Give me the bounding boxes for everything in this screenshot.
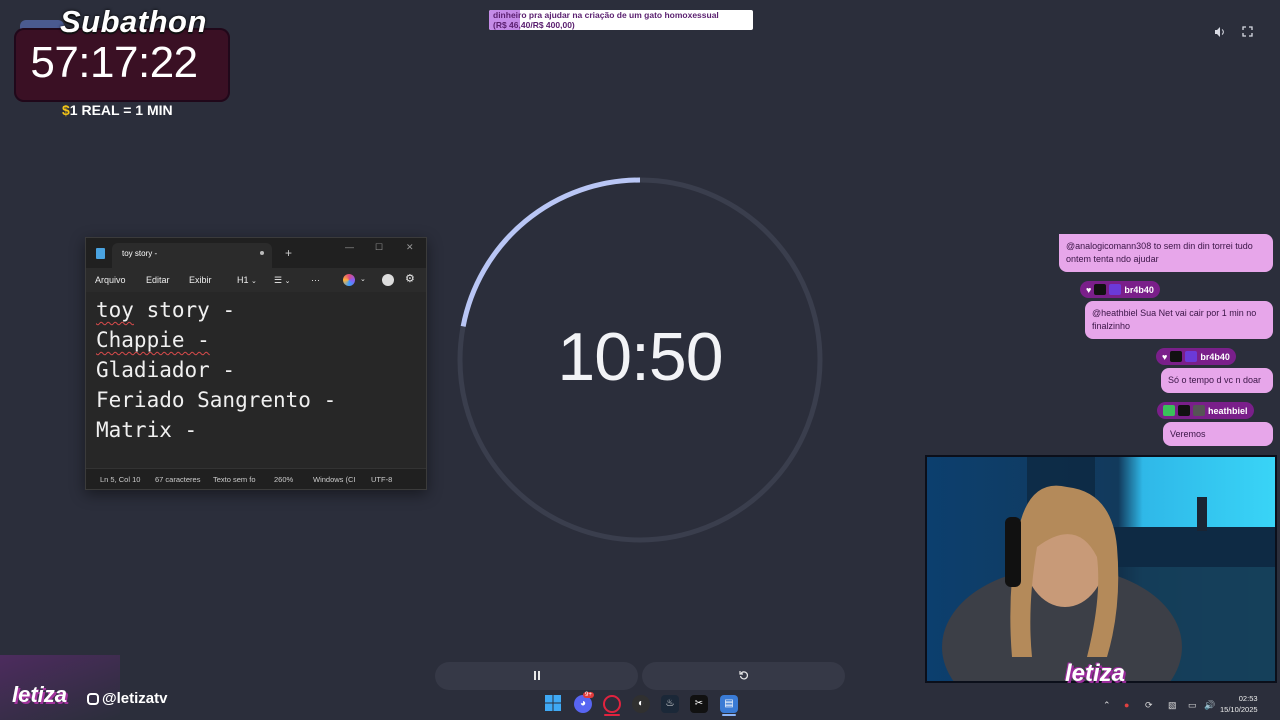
instagram-handle: @letizatv bbox=[87, 690, 167, 707]
notepad-app-icon bbox=[96, 248, 105, 259]
tray-app-icon[interactable]: ● bbox=[1124, 700, 1129, 710]
text-line-4: Feriado Sangrento - bbox=[96, 388, 337, 412]
goal-amount: (R$ 46,40/R$ 400,00) bbox=[493, 20, 575, 30]
subathon-time: 57:17:22 bbox=[30, 38, 198, 87]
active-app-indicator bbox=[722, 714, 736, 716]
menu-editar[interactable]: Editar bbox=[146, 275, 170, 285]
steam-icon[interactable]: ♨ bbox=[661, 695, 679, 713]
instagram-icon bbox=[87, 693, 99, 705]
copilot-chevron-icon[interactable]: ⌄ bbox=[360, 275, 366, 283]
opera-icon[interactable] bbox=[603, 695, 621, 713]
chat-user-br4b40[interactable]: br4b40 bbox=[1200, 352, 1230, 362]
notepad-window[interactable]: toy story - + — ☐ ✕ Arquivo Editar Exibi… bbox=[85, 237, 427, 490]
webcam-image bbox=[927, 457, 1275, 681]
maximize-icon[interactable]: ☐ bbox=[375, 242, 383, 253]
rate-text: 1 REAL = 1 MIN bbox=[69, 102, 173, 118]
goal-description: dinheiro pra ajudar na criação de um gat… bbox=[493, 10, 719, 20]
chat-username-2: ♥ br4b40 bbox=[1080, 281, 1160, 298]
cat-badge-icon bbox=[1170, 351, 1183, 362]
stream-logo: letiza bbox=[12, 682, 68, 707]
text-line-3: Gladiador - bbox=[96, 358, 236, 382]
menu-exibir[interactable]: Exibir bbox=[189, 275, 212, 285]
sub-badge-icon bbox=[1109, 284, 1122, 295]
subathon-rate: $1 REAL = 1 MIN bbox=[62, 102, 173, 118]
notepad-taskbar-icon[interactable]: ▤ bbox=[720, 695, 738, 713]
status-zoom[interactable]: 260% bbox=[274, 475, 293, 484]
gear-badge-icon bbox=[1193, 405, 1205, 416]
chat-message-2: @heathbiel Sua Net vai cair por 1 min no… bbox=[1085, 301, 1273, 339]
obs-icon[interactable]: ◐ bbox=[632, 695, 650, 713]
stream-logo-cam: letiza bbox=[1065, 660, 1126, 687]
donation-goal-bar: dinheiro pra ajudar na criação de um gat… bbox=[489, 10, 753, 30]
account-icon[interactable] bbox=[382, 274, 394, 286]
status-format[interactable]: Texto sem fo bbox=[213, 475, 256, 484]
donation-goal-text: dinheiro pra ajudar na criação de um gat… bbox=[493, 10, 719, 30]
close-icon[interactable]: ✕ bbox=[406, 242, 414, 253]
volume-icon[interactable] bbox=[1213, 26, 1227, 40]
misspelled-word: toy bbox=[96, 298, 134, 322]
taskbar-clock[interactable]: 02:53 15/10/2025 bbox=[1220, 693, 1258, 715]
dollar-sign: $ bbox=[62, 102, 70, 118]
minimize-icon[interactable]: — bbox=[345, 242, 354, 252]
list-format-icon[interactable]: ☰ ⌄ bbox=[274, 275, 290, 286]
cat-badge-icon bbox=[1094, 284, 1107, 295]
chat-message-4: Veremos bbox=[1163, 422, 1273, 446]
chat-message-3: Só o tempo d vc n doar bbox=[1161, 368, 1273, 393]
text-line-1: toy story - bbox=[96, 298, 235, 322]
reset-button[interactable] bbox=[642, 662, 845, 690]
status-encoding[interactable]: UTF-8 bbox=[371, 475, 392, 484]
status-position[interactable]: Ln 5, Col 10 bbox=[100, 475, 140, 484]
timer-display: 10:50 bbox=[557, 319, 723, 395]
notepad-tab-title: toy story - bbox=[122, 249, 158, 258]
speaker-icon[interactable]: 🔊 bbox=[1204, 700, 1215, 711]
fullscreen-icon[interactable] bbox=[1240, 26, 1254, 40]
heart-badge-icon: ♥ bbox=[1162, 351, 1168, 362]
status-chars: 67 caracteres bbox=[155, 475, 201, 484]
new-tab-icon[interactable]: + bbox=[285, 246, 292, 260]
tray-sync-icon[interactable]: ⟳ bbox=[1145, 700, 1153, 711]
chevron-down-icon: ⌄ bbox=[251, 278, 257, 285]
pause-button[interactable] bbox=[435, 662, 638, 690]
chat-username-3: ♥ br4b40 bbox=[1156, 348, 1236, 365]
sub-badge-icon bbox=[1185, 351, 1198, 362]
heading-dropdown[interactable]: H1 ⌄ bbox=[237, 275, 257, 285]
chat-username-4: heathbiel bbox=[1157, 402, 1254, 419]
chat-message-1: @analogicomann308 to sem din din torrei … bbox=[1059, 234, 1273, 272]
tray-overflow-icon[interactable]: ⌃ bbox=[1103, 700, 1111, 711]
cat-badge-icon bbox=[1178, 405, 1190, 416]
status-line-ending[interactable]: Windows (CI bbox=[313, 475, 356, 484]
heart-badge-icon: ♥ bbox=[1086, 284, 1092, 295]
tray-app-icon[interactable]: ▧ bbox=[1168, 700, 1177, 711]
line-1-rest: story - bbox=[146, 298, 236, 322]
copilot-icon[interactable] bbox=[343, 274, 355, 286]
settings-gear-icon[interactable]: ⚙ bbox=[405, 272, 415, 285]
windows-start-icon[interactable] bbox=[544, 695, 562, 713]
pause-icon bbox=[533, 671, 540, 680]
text-line-5: Matrix - bbox=[96, 418, 198, 442]
more-options-icon[interactable]: ··· bbox=[311, 275, 320, 285]
active-app-indicator bbox=[604, 714, 620, 716]
text-line-2: Chappie - bbox=[96, 328, 210, 352]
chat-user-br4b40[interactable]: br4b40 bbox=[1124, 285, 1154, 295]
heading-label: H1 bbox=[237, 275, 249, 285]
menu-arquivo[interactable]: Arquivo bbox=[95, 275, 126, 285]
capcut-icon[interactable]: ✂ bbox=[690, 695, 708, 713]
reset-icon bbox=[738, 671, 748, 680]
network-icon[interactable]: ▭ bbox=[1188, 700, 1197, 711]
webcam-feed bbox=[925, 455, 1277, 683]
clock-time: 02:53 bbox=[1238, 694, 1258, 703]
discord-badge: 9+ bbox=[583, 692, 594, 698]
check-badge-icon bbox=[1163, 405, 1175, 416]
subathon-title: Subathon bbox=[60, 4, 207, 39]
clock-date: 15/10/2025 bbox=[1220, 705, 1258, 714]
unsaved-dot-icon[interactable] bbox=[260, 251, 264, 255]
instagram-text: @letizatv bbox=[102, 690, 168, 707]
chat-user-heathbiel[interactable]: heathbiel bbox=[1208, 406, 1248, 416]
